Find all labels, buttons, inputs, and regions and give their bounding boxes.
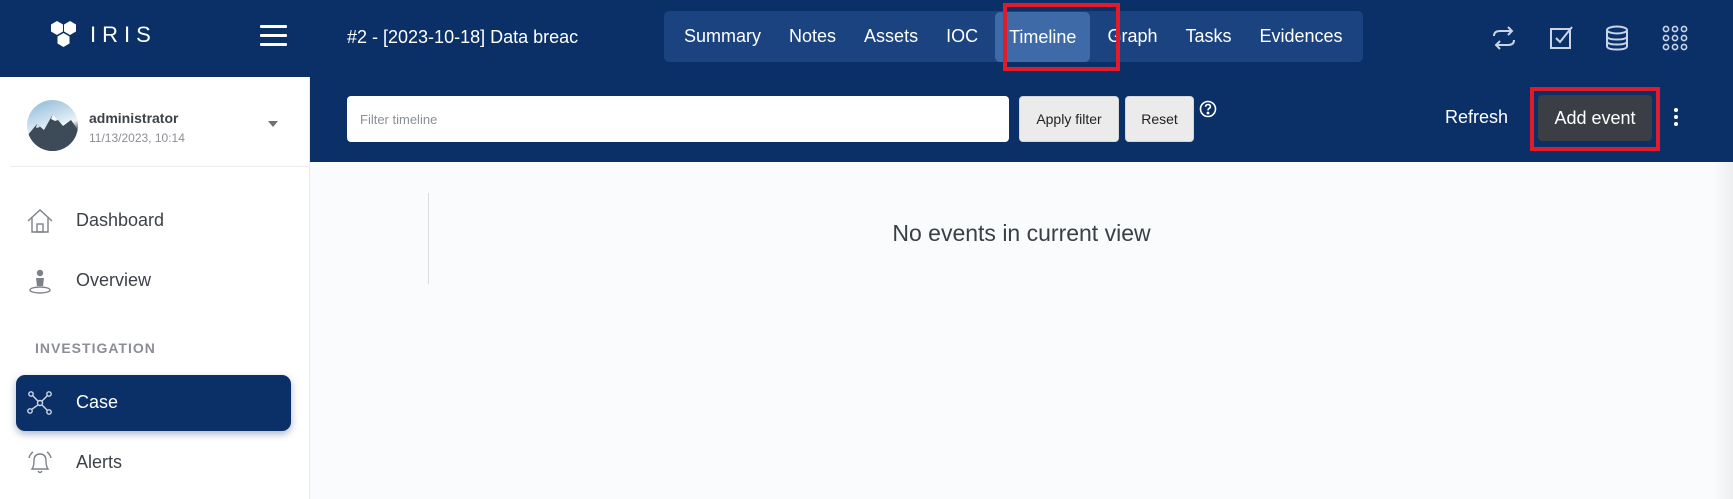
sync-icon[interactable] xyxy=(1490,24,1518,52)
person-pin-icon xyxy=(29,269,51,294)
user-name: administrator xyxy=(89,110,179,126)
sidebar-item-label: Dashboard xyxy=(76,210,165,230)
sidebar-divider xyxy=(10,166,310,167)
sidebar-item-overview[interactable]: Overview xyxy=(16,253,291,309)
grid-icon[interactable] xyxy=(1661,24,1689,52)
help-icon[interactable] xyxy=(1198,99,1218,119)
check-square-icon[interactable] xyxy=(1547,24,1575,52)
case-title: #2 - [2023-10-18] Data breac xyxy=(347,27,579,47)
sidebar-item-label: Case xyxy=(76,392,119,412)
sidebar: administrator 11/13/2023, 10:14 Dashboar… xyxy=(0,77,310,499)
empty-timeline-message: No events in current view xyxy=(892,220,1151,246)
content-edge-shadow xyxy=(1713,162,1733,499)
user-login-date: 11/13/2023, 10:14 xyxy=(89,131,185,145)
sidebar-section-investigation: INVESTIGATION xyxy=(35,340,156,356)
sidebar-item-alerts[interactable]: Alerts xyxy=(16,435,291,491)
tab-ioc[interactable]: IOC xyxy=(932,11,992,62)
database-icon[interactable] xyxy=(1603,24,1631,52)
add-event-button[interactable]: Add event xyxy=(1538,95,1652,141)
user-menu-caret-icon[interactable] xyxy=(268,121,278,127)
sidebar-item-case[interactable]: Case xyxy=(16,375,291,431)
apply-filter-button[interactable]: Apply filter xyxy=(1019,96,1119,142)
sidebar-item-label: Overview xyxy=(76,270,152,290)
avatar xyxy=(27,100,78,151)
app-name: IRIS xyxy=(90,22,157,47)
tab-evidences[interactable]: Evidences xyxy=(1246,11,1357,62)
timeline-filter-bar: Apply filter Reset Refresh Add event xyxy=(310,77,1733,162)
case-tabs: Summary Notes Assets IOC Timeline Graph … xyxy=(664,11,1363,62)
iris-logo-icon xyxy=(51,21,76,47)
tab-assets[interactable]: Assets xyxy=(850,11,932,62)
bell-icon xyxy=(28,451,52,474)
refresh-button[interactable]: Refresh xyxy=(1445,107,1508,128)
network-icon xyxy=(27,391,52,415)
more-options-icon[interactable] xyxy=(1673,108,1679,128)
tab-summary[interactable]: Summary xyxy=(670,11,775,62)
mountain-avatar-image xyxy=(27,114,78,151)
top-navbar: IRIS #2 - [2023-10-18] Data breac Summar… xyxy=(0,0,1733,77)
tab-tasks[interactable]: Tasks xyxy=(1171,11,1245,62)
sidebar-item-label: Alerts xyxy=(76,452,123,472)
logo-area: IRIS xyxy=(0,0,310,77)
tab-graph[interactable]: Graph xyxy=(1093,11,1171,62)
filter-timeline-input[interactable] xyxy=(347,96,1009,142)
sidebar-item-dashboard[interactable]: Dashboard xyxy=(16,193,291,249)
tab-notes[interactable]: Notes xyxy=(775,11,850,62)
reset-button[interactable]: Reset xyxy=(1125,96,1194,142)
menu-toggle-button[interactable] xyxy=(260,25,287,47)
home-icon xyxy=(27,209,53,233)
timeline-content: No events in current view xyxy=(310,162,1733,499)
tab-timeline[interactable]: Timeline xyxy=(995,11,1091,62)
